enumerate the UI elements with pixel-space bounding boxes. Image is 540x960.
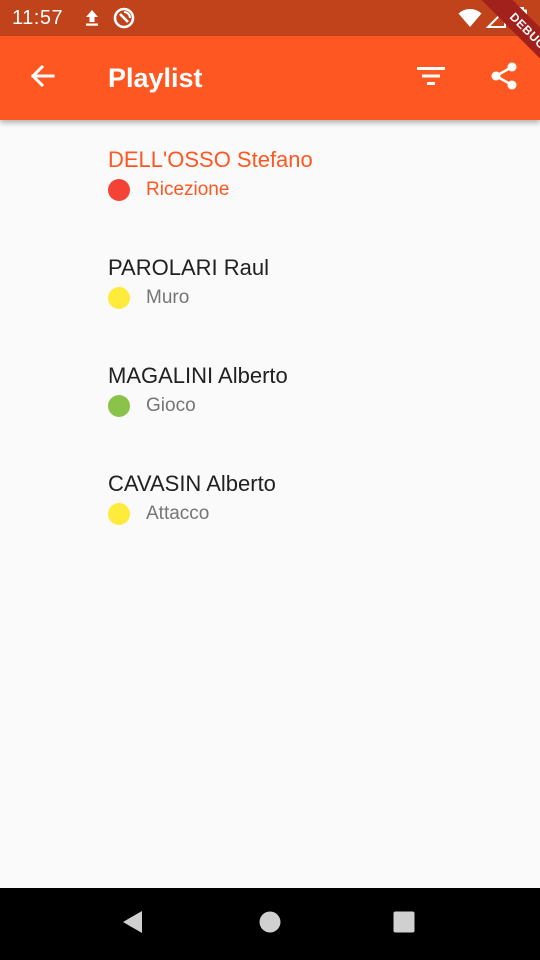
status-time: 11:57 [12, 7, 64, 29]
share-icon [489, 61, 519, 96]
player-name: PAROLARI Raul [108, 255, 269, 280]
playlist-item[interactable]: CAVASIN Alberto Attacco [0, 444, 540, 552]
player-name: DELL'OSSO Stefano [108, 147, 313, 172]
share-button[interactable] [476, 50, 532, 106]
upload-icon [82, 0, 102, 36]
app-bar: Playlist [0, 36, 540, 120]
filter-list-icon [416, 64, 446, 93]
nav-recents-button[interactable] [380, 900, 428, 948]
role-row: Muro [108, 286, 189, 310]
filter-button[interactable] [403, 50, 459, 106]
home-circle-icon [258, 910, 282, 939]
playlist-item[interactable]: MAGALINI Alberto Gioco [0, 336, 540, 444]
system-nav-bar [0, 888, 540, 960]
player-role: Gioco [146, 395, 196, 416]
battery-icon [514, 0, 528, 36]
wifi-icon [458, 0, 482, 36]
role-row: Gioco [108, 394, 196, 418]
player-role: Muro [146, 287, 190, 308]
role-row: Attacco [108, 502, 209, 526]
role-color-dot [108, 179, 130, 201]
playlist-item[interactable]: DELL'OSSO Stefano Ricezione [0, 120, 540, 228]
player-name: MAGALINI Alberto [108, 363, 288, 388]
recents-square-icon [392, 910, 416, 939]
arrow-back-icon [28, 62, 56, 95]
nav-back-button[interactable] [108, 900, 156, 948]
signal-icon [486, 0, 506, 36]
back-triangle-icon [120, 909, 144, 940]
status-bar: 11:57 [0, 0, 540, 36]
sync-icon [112, 0, 136, 36]
role-row: Ricezione [108, 178, 229, 202]
back-button[interactable] [14, 50, 70, 106]
player-name: CAVASIN Alberto [108, 471, 276, 496]
role-color-dot [108, 287, 130, 309]
player-role: Attacco [146, 503, 210, 524]
player-role: Ricezione [146, 179, 230, 200]
page-title: Playlist [108, 63, 203, 93]
nav-home-button[interactable] [246, 900, 294, 948]
playlist-item[interactable]: PAROLARI Raul Muro [0, 228, 540, 336]
role-color-dot [108, 395, 130, 417]
role-color-dot [108, 503, 130, 525]
